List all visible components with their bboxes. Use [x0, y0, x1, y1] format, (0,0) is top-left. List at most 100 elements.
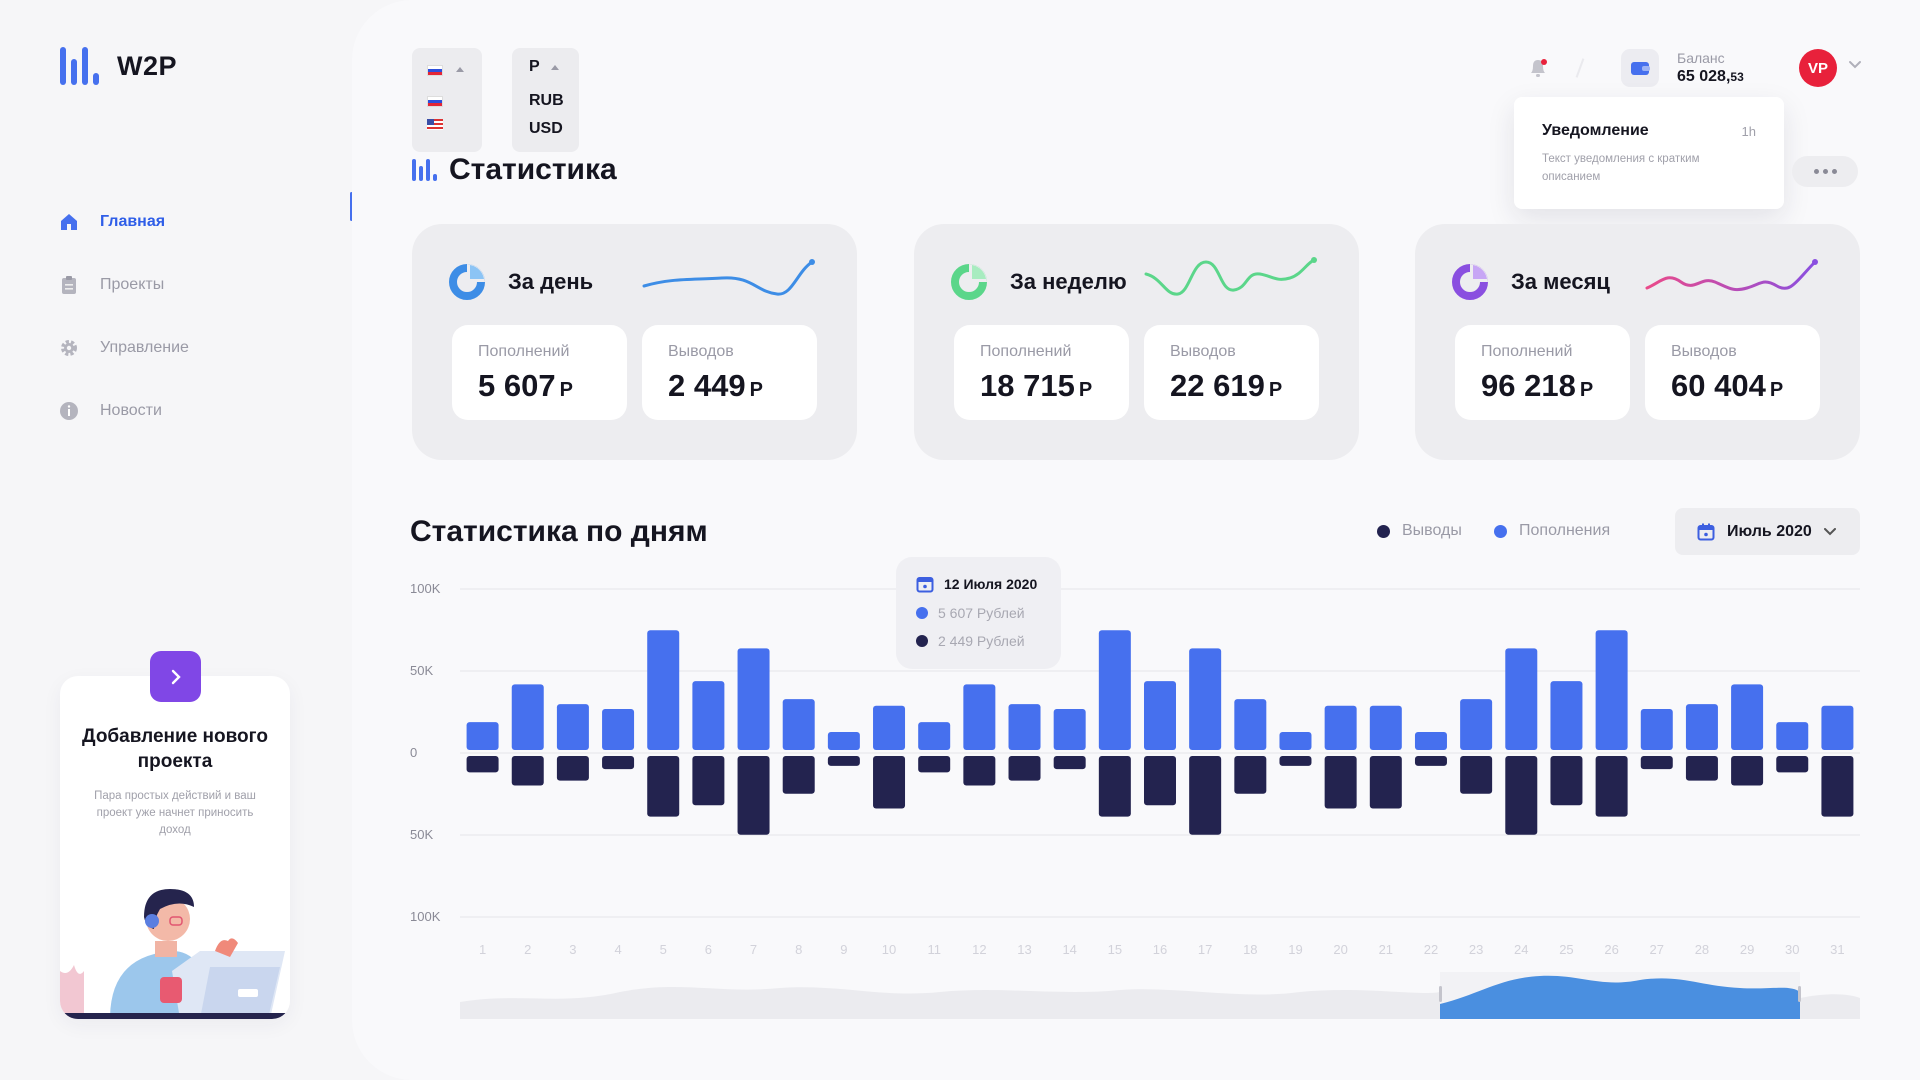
x-tick-label: 25	[1559, 942, 1574, 957]
bar-deposits-10	[873, 705, 906, 750]
x-tick-label: 8	[795, 942, 803, 957]
range-handle-right	[1798, 986, 1801, 1002]
bar-deposits-5	[647, 630, 680, 750]
x-tick-label: 30	[1785, 942, 1800, 957]
bar-deposits-7	[737, 648, 770, 750]
bar-withdrawals-11	[918, 756, 951, 773]
bar-withdrawals-30	[1776, 756, 1809, 773]
daily-bar-chart	[460, 588, 1860, 918]
bar-withdrawals-8	[782, 756, 815, 794]
x-tick-label: 11	[927, 942, 941, 957]
x-tick-label: 6	[704, 942, 712, 957]
bar-withdrawals-7	[737, 756, 770, 835]
bar-withdrawals-16	[1144, 756, 1176, 806]
bar-deposits-12	[963, 684, 996, 750]
x-tick-label: 31	[1830, 942, 1845, 957]
bar-withdrawals-3	[556, 756, 589, 781]
x-tick-label: 7	[749, 942, 758, 957]
bar-withdrawals-2	[511, 756, 544, 786]
bar-deposits-13	[1008, 704, 1041, 750]
bar-withdrawals-27	[1640, 756, 1673, 770]
bar-deposits-29	[1731, 684, 1764, 750]
bar-withdrawals-10	[873, 756, 906, 809]
x-tick-label: 17	[1197, 942, 1213, 957]
bar-deposits-17	[1189, 648, 1222, 750]
bar-deposits-9	[827, 731, 860, 750]
bar-deposits-23	[1460, 699, 1493, 750]
x-tick-label: 22	[1423, 942, 1439, 957]
bar-deposits-31	[1821, 705, 1854, 750]
x-tick-label: 9	[840, 942, 848, 957]
bar-withdrawals-31	[1821, 756, 1854, 817]
bar-deposits-1	[466, 722, 499, 750]
bar-deposits-19	[1279, 731, 1312, 750]
bar-withdrawals-24	[1505, 756, 1538, 835]
bar-deposits-30	[1776, 722, 1809, 750]
x-tick-label: 10	[881, 942, 897, 957]
bar-deposits-3	[556, 704, 589, 750]
bar-deposits-25	[1550, 681, 1583, 750]
x-tick-label: 1	[478, 942, 487, 957]
add-project-button[interactable]	[150, 651, 201, 702]
chart-tooltip: 12 Июля 2020 5 607 Рублей 2 449 Рублей	[896, 557, 1061, 669]
bar-withdrawals-22	[1414, 756, 1447, 766]
bar-deposits-20	[1324, 705, 1357, 750]
bar-withdrawals-14	[1053, 756, 1086, 770]
bar-withdrawals-25	[1550, 756, 1583, 806]
bar-deposits-18	[1234, 699, 1267, 750]
x-tick-label: 14	[1062, 942, 1077, 957]
bar-deposits-21	[1369, 705, 1402, 750]
bar-withdrawals-6	[692, 756, 725, 806]
x-tick-label: 4	[614, 942, 622, 957]
bar-deposits-27	[1640, 709, 1673, 750]
tooltip-withdrawals: 2 449 Рублей	[916, 633, 1041, 649]
x-tick-label: 15	[1107, 942, 1123, 957]
bar-withdrawals-12	[963, 756, 996, 786]
x-tick-label: 5	[659, 942, 667, 957]
bar-deposits-2	[511, 684, 544, 750]
bar-deposits-4	[602, 709, 635, 750]
x-tick-label: 23	[1468, 942, 1484, 957]
x-tick-label: 20	[1333, 942, 1348, 957]
bar-deposits-6	[692, 681, 725, 750]
x-tick-label: 18	[1243, 942, 1258, 957]
bar-deposits-22	[1414, 731, 1447, 750]
bar-withdrawals-23	[1460, 756, 1493, 794]
x-tick-label: 29	[1739, 942, 1755, 957]
bar-deposits-15	[1098, 630, 1131, 750]
bar-withdrawals-9	[827, 756, 860, 766]
bar-deposits-14	[1053, 709, 1086, 750]
x-tick-label: 27	[1649, 942, 1664, 957]
bar-deposits-11	[918, 722, 951, 750]
x-tick-label: 24	[1514, 942, 1529, 957]
chevron-right-icon	[171, 669, 181, 684]
bar-withdrawals-29	[1731, 756, 1764, 786]
bar-withdrawals-18	[1234, 756, 1267, 794]
bar-withdrawals-17	[1189, 756, 1222, 835]
bar-deposits-8	[782, 699, 815, 750]
tooltip-deposits: 5 607 Рублей	[916, 605, 1041, 621]
bar-withdrawals-21	[1369, 756, 1402, 809]
bar-deposits-24	[1505, 648, 1538, 750]
bar-withdrawals-20	[1324, 756, 1357, 809]
x-tick-label: 21	[1378, 942, 1394, 957]
bar-withdrawals-19	[1279, 756, 1312, 766]
tooltip-date: 12 Июля 2020	[916, 575, 1041, 593]
range-navigator[interactable]	[460, 972, 1860, 1019]
x-tick-label: 16	[1152, 942, 1168, 957]
bar-withdrawals-26	[1595, 756, 1628, 817]
bar-withdrawals-4	[602, 756, 635, 770]
range-handle-left	[1439, 986, 1442, 1002]
bar-deposits-26	[1595, 630, 1628, 750]
calendar-icon	[916, 577, 934, 593]
bar-withdrawals-1	[466, 756, 499, 773]
bar-withdrawals-13	[1008, 756, 1041, 781]
x-tick-label: 2	[524, 942, 532, 957]
bar-withdrawals-5	[647, 756, 680, 817]
bar-deposits-16	[1144, 681, 1176, 750]
x-tick-label: 3	[569, 942, 577, 957]
bar-deposits-28	[1685, 704, 1718, 750]
x-tick-label: 13	[1017, 942, 1032, 957]
x-tick-label: 12	[972, 942, 987, 957]
x-tick-label: 26	[1604, 942, 1619, 957]
